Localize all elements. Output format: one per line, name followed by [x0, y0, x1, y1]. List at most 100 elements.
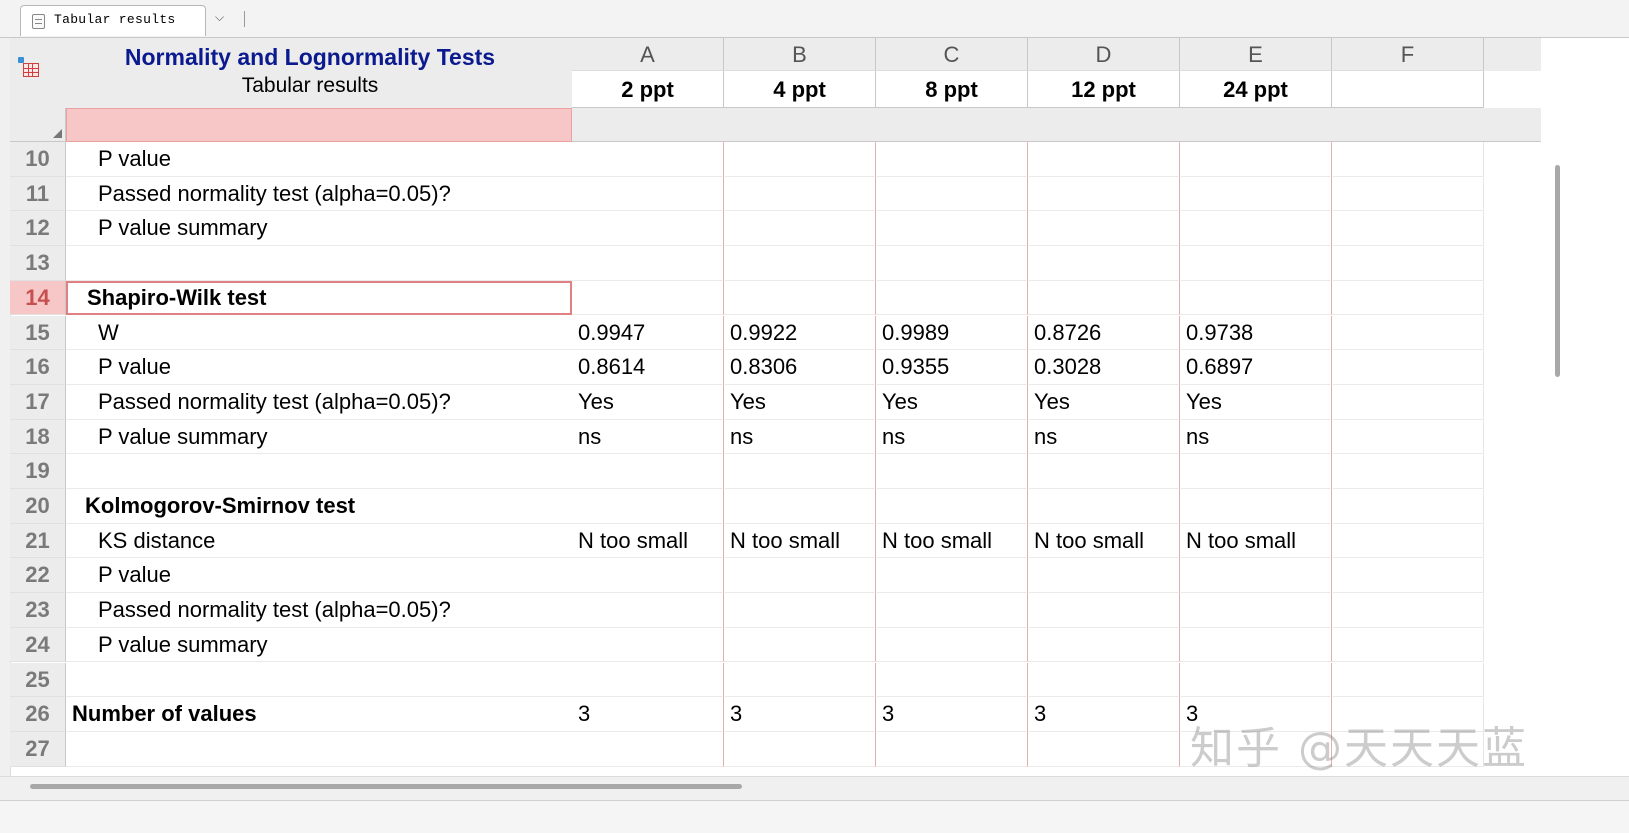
cell-r16-d[interactable]: 0.3028: [1028, 350, 1180, 385]
row-title-26[interactable]: Number of values: [66, 697, 572, 732]
cell-r20-c[interactable]: [876, 489, 1028, 524]
row-number-25[interactable]: 25: [10, 662, 66, 698]
row-number-21[interactable]: 21: [10, 523, 66, 559]
column-letter-b[interactable]: B: [724, 38, 876, 71]
cell-r14-e[interactable]: [1180, 280, 1332, 316]
horizontal-scroll-thumb[interactable]: [30, 784, 742, 789]
row-number-19[interactable]: 19: [10, 454, 66, 489]
row-number-23[interactable]: 23: [10, 593, 66, 628]
cell-r23-a[interactable]: [572, 593, 724, 628]
cell-r19-e[interactable]: [1180, 454, 1332, 489]
row-title-17[interactable]: Passed normality test (alpha=0.05)?: [66, 385, 572, 420]
column-title-f[interactable]: [1332, 71, 1484, 108]
row-number-20[interactable]: 20: [10, 489, 66, 524]
cell-r15-f[interactable]: [1332, 315, 1484, 351]
cell-r13-d[interactable]: [1028, 246, 1180, 281]
cell-r21-f[interactable]: [1332, 523, 1484, 559]
cell-r17-f[interactable]: [1332, 384, 1484, 420]
cell-r23-b[interactable]: [724, 593, 876, 628]
cell-r17-a[interactable]: Yes: [572, 384, 724, 420]
row-title-22[interactable]: P value: [66, 558, 572, 594]
row-title-12[interactable]: P value summary: [66, 211, 572, 247]
cell-r12-d[interactable]: [1028, 211, 1180, 247]
cell-r26-c[interactable]: 3: [876, 697, 1028, 732]
cell-r20-e[interactable]: [1180, 489, 1332, 524]
cell-r25-b[interactable]: [724, 662, 876, 698]
cell-r27-d[interactable]: [1028, 731, 1180, 767]
cell-r10-a[interactable]: [572, 142, 724, 177]
cell-r23-c[interactable]: [876, 593, 1028, 628]
cell-r17-e[interactable]: Yes: [1180, 384, 1332, 420]
cell-r19-b[interactable]: [724, 454, 876, 489]
cell-r23-d[interactable]: [1028, 593, 1180, 628]
cell-r22-c[interactable]: [876, 558, 1028, 594]
cell-r17-d[interactable]: Yes: [1028, 384, 1180, 420]
cell-r19-a[interactable]: [572, 454, 724, 489]
row-title-24[interactable]: P value summary: [66, 628, 572, 663]
row-title-19[interactable]: [66, 454, 572, 489]
cell-r16-b[interactable]: 0.8306: [724, 350, 876, 385]
row-title-27[interactable]: [66, 732, 572, 767]
cell-r14-f[interactable]: [1332, 280, 1484, 316]
column-title-a[interactable]: 2 ppt: [572, 71, 724, 108]
cell-r16-e[interactable]: 0.6897: [1180, 350, 1332, 385]
row-title-23[interactable]: Passed normality test (alpha=0.05)?: [66, 593, 572, 628]
cell-r15-a[interactable]: 0.9947: [572, 315, 724, 351]
cell-r16-a[interactable]: 0.8614: [572, 350, 724, 385]
cell-r10-f[interactable]: [1332, 142, 1484, 177]
cell-r27-b[interactable]: [724, 731, 876, 767]
row-title-10[interactable]: P value: [66, 142, 572, 177]
cell-r19-d[interactable]: [1028, 454, 1180, 489]
cell-r24-d[interactable]: [1028, 627, 1180, 663]
cell-r25-e[interactable]: [1180, 662, 1332, 698]
cell-r15-d[interactable]: 0.8726: [1028, 315, 1180, 351]
table-icon[interactable]: [23, 63, 39, 77]
row-title-25[interactable]: [66, 663, 572, 698]
cell-r13-c[interactable]: [876, 246, 1028, 281]
row-number-24[interactable]: 24: [10, 627, 66, 663]
row-title-header-cell[interactable]: [66, 108, 572, 142]
cell-r10-c[interactable]: [876, 142, 1028, 177]
column-letter-d[interactable]: D: [1028, 38, 1180, 71]
column-letter-c[interactable]: C: [876, 38, 1028, 71]
cell-r16-c[interactable]: 0.9355: [876, 350, 1028, 385]
column-title-c[interactable]: 8 ppt: [876, 71, 1028, 108]
cell-r24-a[interactable]: [572, 627, 724, 663]
cell-r23-e[interactable]: [1180, 593, 1332, 628]
chevron-down-icon[interactable]: ⌵: [215, 10, 224, 25]
cell-r18-c[interactable]: ns: [876, 419, 1028, 455]
row-number-14[interactable]: 14: [10, 280, 66, 316]
tab-tabular-results[interactable]: Tabular results: [20, 5, 206, 36]
row-number-15[interactable]: 15: [10, 315, 66, 351]
cell-r20-a[interactable]: [572, 489, 724, 524]
cell-r17-b[interactable]: Yes: [724, 384, 876, 420]
cell-r24-f[interactable]: [1332, 627, 1484, 663]
column-letter-a[interactable]: A: [572, 38, 724, 71]
row-title-21[interactable]: KS distance: [66, 524, 572, 559]
cell-r18-b[interactable]: ns: [724, 419, 876, 455]
cell-r18-f[interactable]: [1332, 419, 1484, 455]
cell-r11-c[interactable]: [876, 176, 1028, 212]
row-number-13[interactable]: 13: [10, 246, 66, 281]
row-number-18[interactable]: 18: [10, 419, 66, 455]
cell-r25-d[interactable]: [1028, 662, 1180, 698]
cell-r15-c[interactable]: 0.9989: [876, 315, 1028, 351]
cell-r11-d[interactable]: [1028, 176, 1180, 212]
cell-r20-f[interactable]: [1332, 489, 1484, 524]
cell-r13-a[interactable]: [572, 246, 724, 281]
row-title-20[interactable]: Kolmogorov-Smirnov test: [66, 489, 572, 524]
cell-r22-e[interactable]: [1180, 558, 1332, 594]
cell-r17-c[interactable]: Yes: [876, 384, 1028, 420]
row-number-12[interactable]: 12: [10, 211, 66, 247]
row-number-11[interactable]: 11: [10, 176, 66, 212]
cell-r12-e[interactable]: [1180, 211, 1332, 247]
row-title-18[interactable]: P value summary: [66, 420, 572, 455]
cell-r25-a[interactable]: [572, 662, 724, 698]
cell-r21-d[interactable]: N too small: [1028, 523, 1180, 559]
cell-r22-d[interactable]: [1028, 558, 1180, 594]
select-all-corner[interactable]: [10, 108, 66, 142]
column-title-b[interactable]: 4 ppt: [724, 71, 876, 108]
cell-r18-a[interactable]: ns: [572, 419, 724, 455]
column-letter-e[interactable]: E: [1180, 38, 1332, 71]
row-number-16[interactable]: 16: [10, 350, 66, 385]
